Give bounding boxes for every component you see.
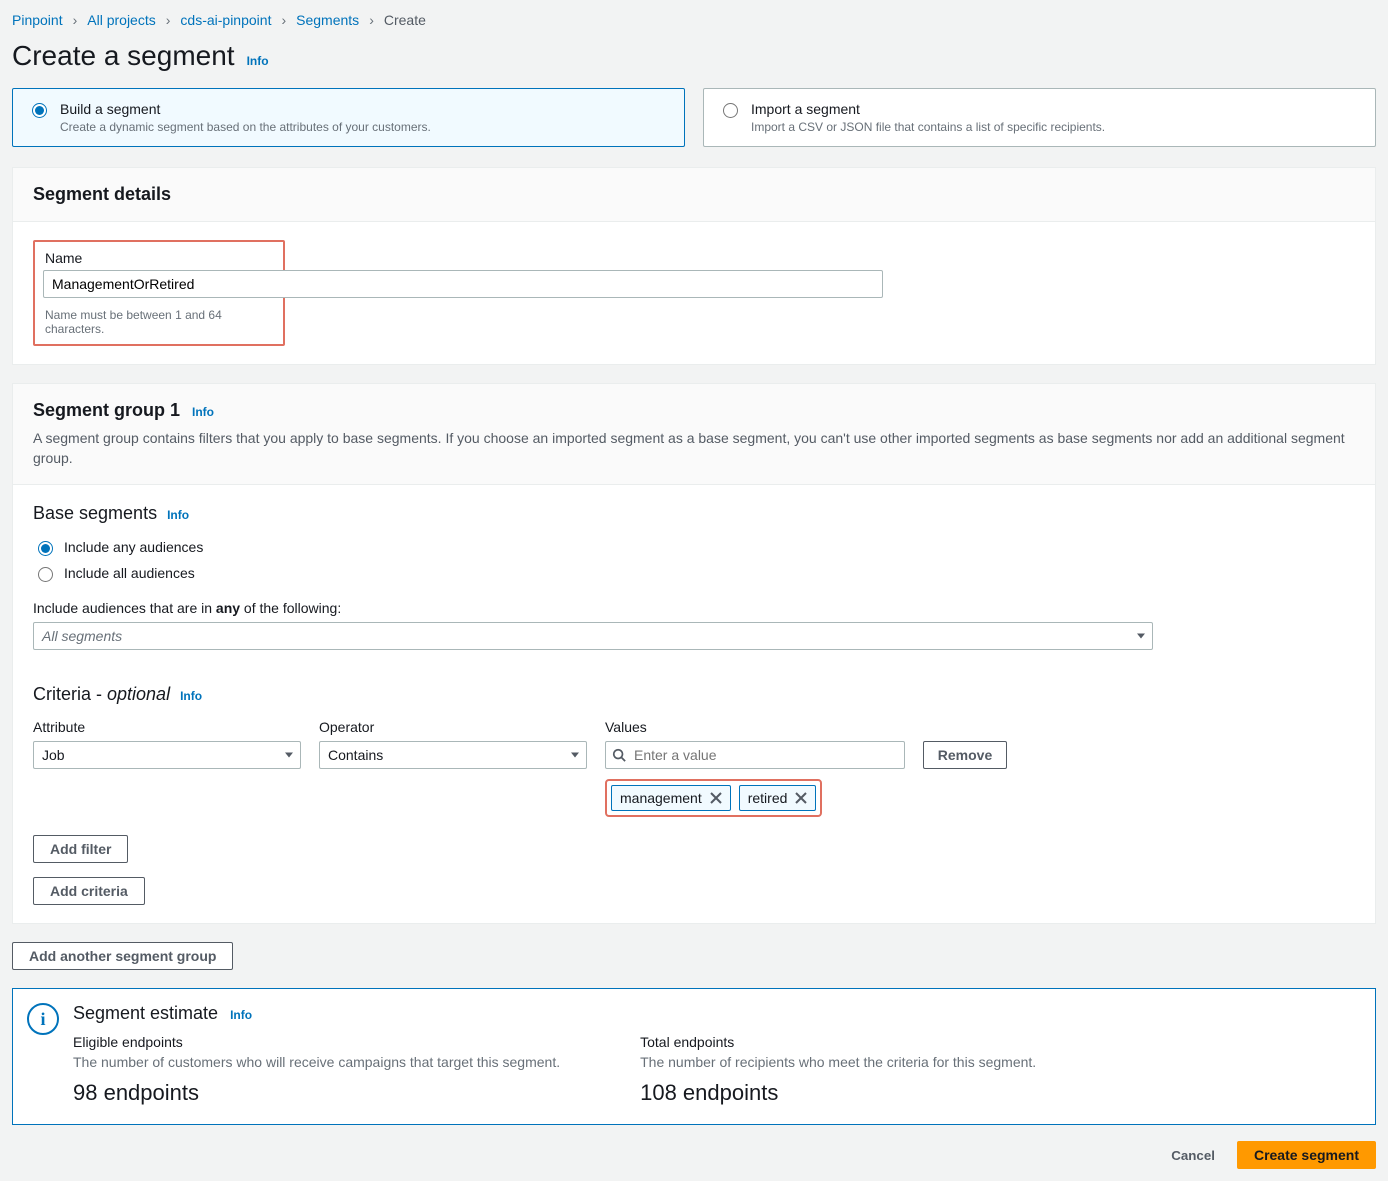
segment-estimate-panel: i Segment estimate Info Eligible endpoin… bbox=[12, 988, 1376, 1125]
breadcrumb: Pinpoint › All projects › cds-ai-pinpoin… bbox=[12, 12, 1376, 28]
name-hint: Name must be between 1 and 64 characters… bbox=[45, 308, 273, 336]
info-link[interactable]: Info bbox=[167, 508, 189, 522]
create-segment-button[interactable]: Create segment bbox=[1237, 1141, 1376, 1169]
option-build-desc: Create a dynamic segment based on the at… bbox=[60, 120, 431, 134]
label-include-any: Include any audiences bbox=[64, 539, 203, 555]
chevron-right-icon: › bbox=[73, 12, 78, 28]
radio-build[interactable] bbox=[32, 103, 47, 118]
option-build-segment[interactable]: Build a segment Create a dynamic segment… bbox=[12, 88, 685, 147]
caret-down-icon bbox=[1137, 634, 1145, 639]
option-import-title: Import a segment bbox=[751, 101, 1105, 117]
base-segments-heading: Base segments bbox=[33, 503, 157, 524]
caret-down-icon bbox=[285, 753, 293, 758]
info-icon: i bbox=[27, 1003, 59, 1035]
operator-select[interactable]: Contains bbox=[319, 741, 587, 769]
radio-include-any[interactable] bbox=[38, 541, 53, 556]
total-sub: The number of recipients who meet the cr… bbox=[640, 1054, 1036, 1070]
attribute-label: Attribute bbox=[33, 719, 301, 735]
segment-group-heading: Segment group 1 bbox=[33, 400, 180, 421]
include-pre: Include audiences that are in bbox=[33, 600, 216, 616]
total-value: 108 endpoints bbox=[640, 1080, 1036, 1106]
chevron-right-icon: › bbox=[166, 12, 171, 28]
eligible-label: Eligible endpoints bbox=[73, 1034, 560, 1050]
values-tags: management retired bbox=[605, 779, 822, 817]
operator-value: Contains bbox=[328, 747, 383, 763]
values-label: Values bbox=[605, 719, 905, 735]
name-input[interactable] bbox=[43, 270, 883, 298]
close-icon[interactable] bbox=[710, 792, 722, 804]
values-input[interactable] bbox=[605, 741, 905, 769]
chevron-right-icon: › bbox=[281, 12, 286, 28]
attribute-select[interactable]: Job bbox=[33, 741, 301, 769]
attribute-value: Job bbox=[42, 747, 65, 763]
option-import-desc: Import a CSV or JSON file that contains … bbox=[751, 120, 1105, 134]
cancel-button[interactable]: Cancel bbox=[1155, 1141, 1231, 1169]
radio-import[interactable] bbox=[723, 103, 738, 118]
add-criteria-button[interactable]: Add criteria bbox=[33, 877, 145, 905]
chevron-right-icon: › bbox=[369, 12, 374, 28]
breadcrumb-current: Create bbox=[384, 12, 426, 28]
all-segments-select[interactable]: All segments bbox=[33, 622, 1153, 650]
breadcrumb-segments[interactable]: Segments bbox=[296, 12, 359, 28]
operator-label: Operator bbox=[319, 719, 587, 735]
include-post: of the following: bbox=[240, 600, 341, 616]
label-include-all: Include all audiences bbox=[64, 565, 195, 581]
search-icon bbox=[612, 748, 626, 762]
segment-group-desc: A segment group contains filters that yo… bbox=[33, 429, 1355, 468]
add-segment-group-button[interactable]: Add another segment group bbox=[12, 942, 233, 970]
tag-label: management bbox=[620, 790, 702, 806]
segment-details-panel: Segment details Name Name must be betwee… bbox=[12, 167, 1376, 365]
info-link[interactable]: Info bbox=[180, 689, 202, 703]
estimate-title: Segment estimate bbox=[73, 1003, 218, 1024]
breadcrumb-project[interactable]: cds-ai-pinpoint bbox=[180, 12, 271, 28]
breadcrumb-pinpoint[interactable]: Pinpoint bbox=[12, 12, 63, 28]
breadcrumb-all-projects[interactable]: All projects bbox=[87, 12, 155, 28]
option-import-segment[interactable]: Import a segment Import a CSV or JSON fi… bbox=[703, 88, 1376, 147]
eligible-sub: The number of customers who will receive… bbox=[73, 1054, 560, 1070]
option-build-title: Build a segment bbox=[60, 101, 431, 117]
segment-group-panel: Segment group 1 Info A segment group con… bbox=[12, 383, 1376, 924]
name-label: Name bbox=[45, 250, 273, 266]
radio-include-all[interactable] bbox=[38, 567, 53, 582]
remove-button[interactable]: Remove bbox=[923, 741, 1007, 769]
add-filter-button[interactable]: Add filter bbox=[33, 835, 128, 863]
segment-details-heading: Segment details bbox=[33, 184, 1355, 205]
info-link[interactable]: Info bbox=[192, 405, 214, 419]
info-link[interactable]: Info bbox=[230, 1008, 252, 1022]
include-audiences-text: Include audiences that are in any of the… bbox=[33, 600, 1355, 616]
caret-down-icon bbox=[571, 753, 579, 758]
tag-label: retired bbox=[748, 790, 788, 806]
criteria-heading: Criteria - optional bbox=[33, 684, 170, 705]
tag-retired: retired bbox=[739, 785, 817, 811]
all-segments-placeholder: All segments bbox=[42, 628, 122, 644]
tag-management: management bbox=[611, 785, 731, 811]
page-title: Create a segment bbox=[12, 40, 235, 72]
close-icon[interactable] bbox=[795, 792, 807, 804]
info-link[interactable]: Info bbox=[247, 54, 269, 68]
eligible-value: 98 endpoints bbox=[73, 1080, 560, 1106]
include-bold: any bbox=[216, 600, 240, 616]
total-label: Total endpoints bbox=[640, 1034, 1036, 1050]
